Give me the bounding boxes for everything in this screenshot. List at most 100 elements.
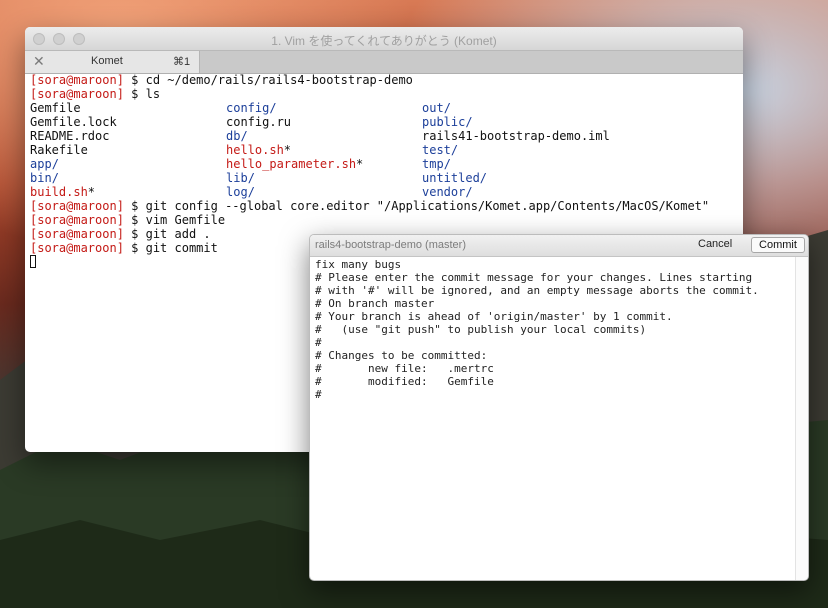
tab-komet[interactable]: ✕ Komet ⌘1 (25, 51, 200, 73)
ls-entry: Gemfile.lock (30, 115, 117, 129)
commit-comment-line: # (315, 336, 322, 349)
ls-entry-marker: / (465, 185, 473, 199)
commit-comment-line: # (315, 388, 322, 401)
ls-row: app/hello_parameter.sh* tmp/ (30, 157, 743, 171)
shell-prompt: [sora@maroon] (30, 199, 124, 213)
tab-shortcut: ⌘1 (173, 56, 191, 68)
ls-entry-name: test (422, 143, 451, 157)
ls-entry: build.sh* (30, 185, 95, 199)
ls-entry-marker: / (240, 129, 248, 143)
commit-comment-line: # new file: .mertrc (315, 362, 494, 375)
commit-comment-line: # modified: Gemfile (315, 375, 494, 388)
ls-entry-name: db (226, 129, 241, 143)
ls-entry-name: config.ru (226, 115, 292, 129)
ls-entry: config.ru (226, 115, 291, 129)
ls-entry-name: lib (226, 171, 248, 185)
close-tab-icon[interactable]: ✕ (33, 53, 45, 70)
ls-entry-marker: / (443, 101, 451, 115)
ls-entry-marker: * (283, 143, 292, 157)
ls-entry: rails41-bootstrap-demo.iml (422, 129, 610, 143)
ls-entry-name: out (422, 101, 444, 115)
commit-summary-line: fix many bugs (315, 258, 402, 271)
window-title: 1. Vim を使ってくれてありがとう (Komet) (271, 34, 497, 48)
ls-row: bin/lib/untitled/ (30, 171, 743, 185)
ls-entry: public/ (422, 115, 473, 129)
terminal-line: [sora@maroon] $ ls (30, 87, 743, 101)
ls-entry-marker: / (479, 171, 488, 185)
ls-entry-marker: / (450, 143, 459, 157)
ls-entry-marker: * (87, 185, 96, 199)
ls-entry-name: Gemfile.lock (30, 115, 117, 129)
ls-row: Rakefile hello.sh* test/ (30, 143, 743, 157)
terminal-line: [sora@maroon] $ git config --global core… (30, 199, 743, 213)
shell-prompt: [sora@maroon] (30, 227, 124, 241)
ls-entry: hello_parameter.sh* (226, 157, 363, 171)
ls-entry-name: bin (30, 171, 52, 185)
tab-bar: ✕ Komet ⌘1 (25, 51, 743, 74)
ls-entry-marker: / (247, 185, 255, 199)
ls-entry: test/ (422, 143, 458, 157)
ls-entry: Rakefile (30, 143, 88, 157)
commit-message-editor[interactable]: fix many bugs # Please enter the commit m… (315, 258, 794, 580)
ls-entry-name: build.sh (30, 185, 88, 199)
ls-entry-name: Gemfile (30, 101, 81, 115)
ls-entry-name: rails41-bootstrap-demo.iml (422, 129, 610, 143)
ls-entry-marker: / (443, 157, 451, 171)
scrollbar[interactable] (795, 257, 808, 580)
terminal-line: [sora@maroon] $ cd ~/demo/rails/rails4-b… (30, 73, 743, 87)
ls-entry-name: untitled (422, 171, 480, 185)
repo-branch-title: rails4-bootstrap-demo (master) (315, 239, 466, 251)
commit-comment-line: # Your branch is ahead of 'origin/master… (315, 310, 673, 323)
ls-entry: db/ (226, 129, 248, 143)
command-text: $ ls (123, 87, 161, 101)
terminal-line: [sora@maroon] $ vim Gemfile (30, 213, 743, 227)
ls-entry: app/ (30, 157, 59, 171)
commit-comment-line: # Changes to be committed: (315, 349, 488, 362)
ls-entry-name: README.rdoc (30, 129, 110, 143)
commit-comment-line: # Please enter the commit message for yo… (315, 271, 753, 284)
command-text: $ git config --global core.editor "/Appl… (123, 199, 710, 213)
ls-entry: untitled/ (422, 171, 487, 185)
command-text: $ cd ~/demo/rails/rails4-bootstrap-demo (123, 73, 413, 87)
ls-entry: config/ (226, 101, 277, 115)
ls-entry: lib/ (226, 171, 255, 185)
commit-comment-line: # with '#' will be ignored, and an empty… (315, 284, 759, 297)
ls-entry: README.rdoc (30, 129, 109, 143)
ls-entry-name: app (30, 157, 52, 171)
ls-entry-marker: / (269, 101, 277, 115)
commit-sheet-header: rails4-bootstrap-demo (master) Cancel Co… (310, 235, 808, 257)
ls-entry: log/ (226, 185, 255, 199)
command-text: $ vim Gemfile (123, 213, 226, 227)
ls-entry: hello.sh* (226, 143, 291, 157)
ls-entry-name: tmp (422, 157, 444, 171)
ls-entry: out/ (422, 101, 451, 115)
command-text: $ git add . (123, 227, 211, 241)
commit-comment-line: # (use "git push" to publish your local … (315, 323, 647, 336)
ls-row: build.sh* log/vendor/ (30, 185, 743, 199)
ls-entry-marker: / (247, 171, 255, 185)
ls-entry-marker: / (51, 157, 59, 171)
commit-comment-line: # On branch master (315, 297, 435, 310)
commit-button[interactable]: Commit (751, 237, 805, 253)
ls-entry-marker: * (356, 157, 364, 171)
commit-message-sheet: rails4-bootstrap-demo (master) Cancel Co… (309, 234, 809, 581)
ls-listing: Gemfile config/out/Gemfile.lock config.ru p… (30, 101, 743, 199)
shell-prompt: [sora@maroon] (30, 213, 124, 227)
ls-entry-name: log (226, 185, 248, 199)
shell-prompt: [sora@maroon] (30, 73, 124, 87)
cancel-button[interactable]: Cancel (698, 238, 732, 250)
ls-entry-name: public (422, 115, 466, 129)
command-text: $ git commit (123, 241, 218, 255)
ls-entry-name: config (226, 101, 270, 115)
ls-entry: tmp/ (422, 157, 451, 171)
ls-entry-name: hello_parameter.sh (226, 157, 357, 171)
ls-entry-name: vendor (422, 185, 466, 199)
tab-label: Komet (91, 55, 123, 67)
ls-entry: bin/ (30, 171, 59, 185)
terminal-titlebar[interactable]: 1. Vim を使ってくれてありがとう (Komet) (25, 27, 743, 51)
ls-row: Gemfile.lock config.ru public/ (30, 115, 743, 129)
ls-row: Gemfile config/out/ (30, 101, 743, 115)
ls-row: README.rdoc db/rails41-bootstrap-demo.iml (30, 129, 743, 143)
ls-entry-name: Rakefile (30, 143, 88, 157)
shell-prompt: [sora@maroon] (30, 87, 124, 101)
